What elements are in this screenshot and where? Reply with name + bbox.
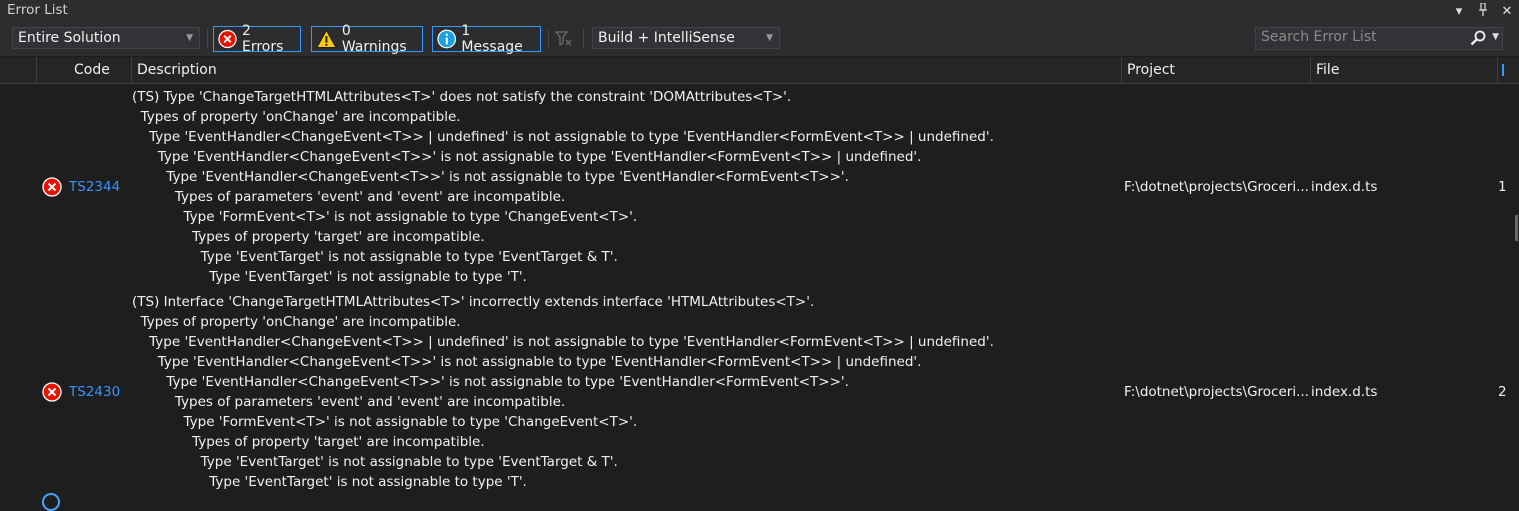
project-cell: F:\dotnet\projects\Groceri... bbox=[1124, 179, 1309, 195]
errors-filter-button[interactable]: 2 Errors bbox=[213, 23, 301, 55]
line-cell: 1 bbox=[1498, 179, 1507, 195]
toolbar-separator bbox=[207, 29, 208, 49]
chevron-down-icon: ▼ bbox=[186, 33, 193, 43]
messages-filter-label: 1 Message bbox=[461, 23, 523, 55]
column-header-project[interactable]: Project bbox=[1121, 57, 1311, 83]
table-row[interactable]: TS2430 (TS) Interface 'ChangeTargetHTMLA… bbox=[0, 291, 1519, 496]
description-line: (TS) Interface 'ChangeTargetHTMLAttribut… bbox=[132, 294, 815, 310]
description-line: Types of parameters 'event' and 'event' … bbox=[132, 189, 566, 205]
description-line: Type 'EventHandler<ChangeEvent<T>>' is n… bbox=[132, 169, 849, 185]
table-row[interactable]: TS2344 (TS) Type 'ChangeTargetHTMLAttrib… bbox=[0, 86, 1519, 291]
messages-filter-button[interactable]: 1 Message bbox=[432, 23, 541, 55]
errors-filter-label: 2 Errors bbox=[241, 23, 284, 55]
info-icon bbox=[42, 493, 60, 511]
search-options-chevron-icon[interactable]: ▼ bbox=[1492, 32, 1499, 42]
error-icon bbox=[42, 177, 62, 197]
file-cell: index.d.ts bbox=[1311, 384, 1378, 400]
toolbar-separator bbox=[583, 29, 584, 49]
build-filter-value: Build + IntelliSense bbox=[598, 30, 735, 46]
column-header-description[interactable]: Description bbox=[131, 57, 1121, 83]
warning-icon bbox=[316, 29, 337, 49]
window-position-dropdown-icon[interactable]: ▾ bbox=[1447, 4, 1471, 19]
description-line: Types of property 'onChange' are incompa… bbox=[132, 109, 461, 125]
line-cell: 2 bbox=[1498, 384, 1507, 400]
column-separator[interactable] bbox=[36, 57, 37, 83]
warnings-filter-label: 0 Warnings bbox=[341, 23, 407, 55]
file-cell: index.d.ts bbox=[1311, 179, 1378, 195]
description-line: Types of property 'onChange' are incompa… bbox=[132, 314, 461, 330]
column-header-line-marker bbox=[1502, 64, 1504, 76]
build-filter-dropdown[interactable]: Build + IntelliSense ▼ bbox=[592, 27, 780, 49]
clear-filter-icon[interactable] bbox=[555, 31, 573, 47]
close-icon[interactable]: ✕ bbox=[1495, 4, 1519, 19]
error-icon bbox=[42, 382, 62, 402]
window-controls: ▾ ✕ bbox=[1447, 0, 1519, 22]
error-code-link[interactable]: TS2430 bbox=[69, 384, 120, 400]
warnings-filter-button[interactable]: 0 Warnings bbox=[311, 23, 423, 55]
search-placeholder: Search Error List bbox=[1261, 29, 1377, 45]
description-line: Type 'FormEvent<T>' is not assignable to… bbox=[132, 209, 638, 225]
scope-dropdown[interactable]: Entire Solution ▼ bbox=[12, 27, 200, 49]
description-line: Type 'EventTarget' is not assignable to … bbox=[132, 269, 527, 285]
description-line: Type 'EventHandler<ChangeEvent<T>> | und… bbox=[132, 334, 994, 350]
column-header-row: Code Description Project File bbox=[0, 57, 1519, 84]
column-header-code[interactable]: Code bbox=[68, 57, 131, 83]
description-line: Types of parameters 'event' and 'event' … bbox=[132, 394, 566, 410]
description-line: Type 'FormEvent<T>' is not assignable to… bbox=[132, 414, 638, 430]
description-line: Type 'EventHandler<ChangeEvent<T>> | und… bbox=[132, 129, 994, 145]
pin-icon[interactable] bbox=[1471, 1, 1495, 20]
description-line: Types of property 'target' are incompati… bbox=[132, 434, 485, 450]
description-line: Type 'EventTarget' is not assignable to … bbox=[132, 249, 618, 265]
search-input[interactable]: Search Error List ▼ bbox=[1255, 27, 1503, 50]
column-separator[interactable] bbox=[1497, 57, 1498, 83]
description-line: Type 'EventHandler<ChangeEvent<T>>' is n… bbox=[132, 354, 922, 370]
description-line: Type 'EventHandler<ChangeEvent<T>>' is n… bbox=[132, 149, 922, 165]
error-code-link[interactable]: TS2344 bbox=[69, 179, 120, 195]
error-icon bbox=[218, 29, 237, 49]
column-header-file[interactable]: File bbox=[1310, 57, 1496, 83]
description-line: (TS) Type 'ChangeTargetHTMLAttributes<T>… bbox=[132, 89, 792, 105]
info-icon bbox=[437, 29, 457, 49]
toolbar-separator bbox=[548, 29, 549, 49]
description-line: Type 'EventTarget' is not assignable to … bbox=[132, 454, 618, 470]
vertical-scrollbar-thumb[interactable] bbox=[1515, 215, 1518, 241]
chevron-down-icon: ▼ bbox=[766, 33, 773, 43]
project-cell: F:\dotnet\projects\Groceri... bbox=[1124, 384, 1309, 400]
tool-window-title: Error List bbox=[7, 2, 68, 18]
description-line: Types of property 'target' are incompati… bbox=[132, 229, 485, 245]
error-list-toolbar: Entire Solution ▼ 2 Errors 0 Warnings 1 … bbox=[0, 22, 1519, 56]
vertical-scrollbar[interactable] bbox=[1512, 84, 1519, 499]
description-line: Type 'EventHandler<ChangeEvent<T>>' is n… bbox=[132, 374, 849, 390]
tool-window-titlebar: Error List ▾ ✕ bbox=[0, 0, 1519, 22]
scope-dropdown-value: Entire Solution bbox=[18, 30, 121, 46]
description-line: Type 'EventTarget' is not assignable to … bbox=[132, 474, 527, 490]
search-icon[interactable] bbox=[1470, 30, 1486, 46]
